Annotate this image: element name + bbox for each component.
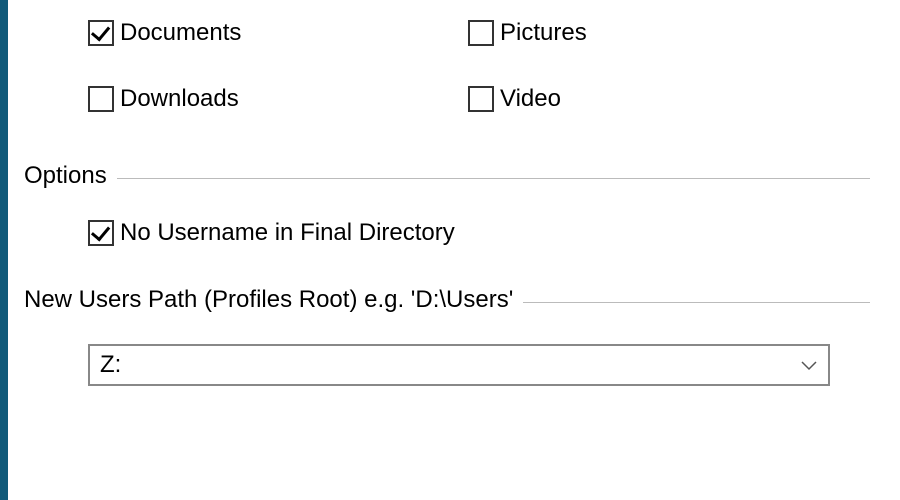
new-users-path-title: New Users Path (Profiles Root) e.g. 'D:\… <box>18 286 523 314</box>
new-users-path-title-line <box>523 302 870 303</box>
options-group: Options No Username in Final Directory <box>18 162 870 246</box>
checkbox-no-username[interactable]: No Username in Final Directory <box>88 220 870 246</box>
checkbox-label-no-username: No Username in Final Directory <box>120 221 455 245</box>
folders-checkbox-grid: Documents Pictures Downloads Video <box>18 20 870 112</box>
checkbox-box-downloads[interactable] <box>88 86 114 112</box>
checkbox-documents[interactable]: Documents <box>88 20 468 46</box>
new-users-path-group: New Users Path (Profiles Root) e.g. 'D:\… <box>18 286 870 386</box>
new-users-path-value: Z: <box>100 351 800 379</box>
new-users-path-combobox[interactable]: Z: <box>88 344 830 386</box>
checkbox-box-documents[interactable] <box>88 20 114 46</box>
checkbox-box-no-username[interactable] <box>88 220 114 246</box>
checkbox-label-video: Video <box>500 87 561 111</box>
checkbox-downloads[interactable]: Downloads <box>88 86 468 112</box>
chevron-down-icon <box>800 359 818 371</box>
options-title-line <box>117 178 870 179</box>
checkbox-label-pictures: Pictures <box>500 21 587 45</box>
checkbox-label-downloads: Downloads <box>120 87 239 111</box>
checkbox-box-video[interactable] <box>468 86 494 112</box>
checkbox-label-documents: Documents <box>120 21 241 45</box>
options-title: Options <box>18 162 117 190</box>
checkbox-box-pictures[interactable] <box>468 20 494 46</box>
checkbox-video[interactable]: Video <box>468 86 870 112</box>
checkbox-pictures[interactable]: Pictures <box>468 20 870 46</box>
